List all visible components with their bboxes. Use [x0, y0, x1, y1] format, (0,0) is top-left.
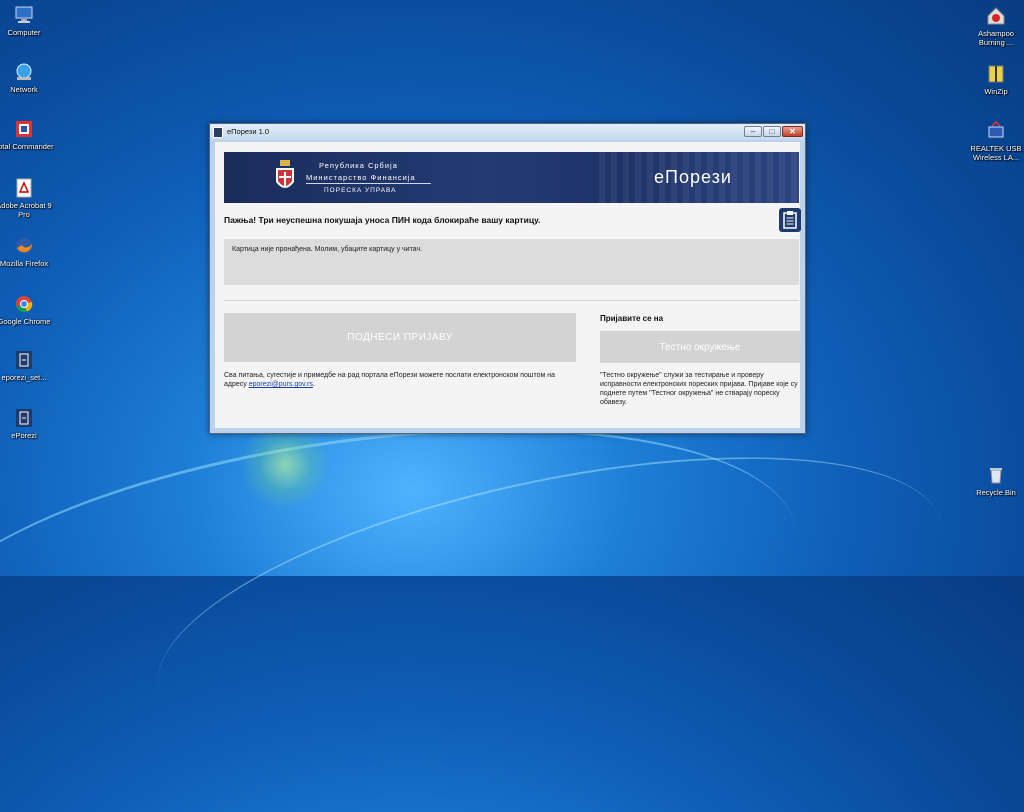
submit-application-button[interactable]: ПОДНЕСИ ПРИЈАВУ — [224, 313, 576, 362]
desktop-icon-adobe-acrobat[interactable]: Adobe Acrobat 9 Pro — [0, 178, 54, 219]
ashampoo-icon — [986, 6, 1006, 26]
section-divider — [224, 300, 799, 301]
banner-republic-text: Република Србија — [319, 161, 398, 170]
eporezi-window: еПорези 1.0 ‒ □ ✕ Република Србија Минис… — [209, 123, 806, 434]
desktop-icon-computer[interactable]: Computer — [0, 5, 54, 37]
desktop-icon-recycle-bin[interactable]: Recycle Bin — [966, 465, 1024, 497]
window-titlebar[interactable]: еПорези 1.0 ‒ □ ✕ — [210, 124, 805, 140]
status-message-text: Картица није пронађена. Молим, убаците к… — [232, 246, 423, 253]
banner-tax-admin-text: ПОРЕСКА УПРАВА — [324, 187, 397, 194]
minimize-icon: ‒ — [750, 127, 756, 136]
desktop-icon-label: eporezi_set... — [1, 373, 47, 382]
clipboard-button[interactable] — [779, 208, 801, 232]
window-client-area: Република Србија Министарство Финансија … — [215, 142, 801, 428]
winzip-icon — [986, 64, 1006, 84]
window-title: еПорези 1.0 — [227, 127, 270, 136]
desktop-icon-label: REALTEK USB Wireless LA... — [970, 144, 1022, 162]
desktop-icon-label: Google Chrome — [0, 317, 51, 326]
desktop-icon-label: Adobe Acrobat 9 Pro — [0, 201, 52, 219]
close-icon: ✕ — [789, 127, 796, 136]
desktop-icon-label: Computer — [7, 28, 41, 37]
desktop-icon-realtek[interactable]: REALTEK USB Wireless LA... — [966, 120, 1024, 162]
pin-warning-text: Пажња! Три неуспешна покушаја уноса ПИН … — [224, 215, 541, 225]
test-environment-note: "Тестно окружење" служи за тестирање и п… — [600, 372, 798, 406]
header-banner: Република Србија Министарство Финансија … — [224, 152, 799, 203]
desktop-icon-label: WinZip — [984, 87, 1008, 96]
desktop-icon-label: Ashampoo Burning ... — [978, 29, 1014, 47]
desktop-icon-label: Recycle Bin — [976, 488, 1016, 497]
desktop-icon-chrome[interactable]: Google Chrome — [0, 294, 54, 326]
status-message-box: Картица није пронађена. Молим, убаците к… — [224, 239, 799, 285]
test-environment-button[interactable]: Тестно окружење — [600, 331, 800, 363]
recycle-bin-icon — [986, 465, 1006, 485]
desktop-icon-ashampoo[interactable]: Ashampoo Burning ... — [966, 6, 1024, 47]
adobe-acrobat-icon — [14, 178, 34, 198]
firefox-icon — [14, 236, 34, 256]
contact-email-link[interactable]: eporezi@purs.gov.rs — [249, 381, 313, 388]
chrome-icon — [14, 294, 34, 314]
close-button[interactable]: ✕ — [782, 126, 803, 137]
maximize-button[interactable]: □ — [763, 126, 781, 137]
realtek-icon — [986, 120, 1006, 141]
app-icon — [213, 127, 223, 138]
banner-ministry-text: Министарство Финансија — [306, 173, 416, 182]
desktop-icon-label: Total Commander — [0, 142, 54, 151]
contact-info-text: Сва питања, сугестије и примедбе на рад … — [224, 371, 576, 389]
banner-divider — [306, 183, 431, 184]
desktop-icon-eporezi-setup[interactable]: eporezi_set... — [0, 350, 54, 382]
desktop-icon-winzip[interactable]: WinZip — [966, 64, 1024, 96]
desktop-icon-total-commander[interactable]: Total Commander — [0, 119, 54, 151]
serbia-coat-of-arms-icon — [276, 160, 294, 188]
login-heading: Пријавите се на — [600, 314, 664, 323]
clipboard-icon — [783, 211, 797, 229]
desktop-icon-label: Mozilla Firefox — [0, 259, 49, 268]
eporezi-setup-icon — [14, 350, 34, 370]
total-commander-icon — [14, 119, 34, 139]
banner-brand-logo: еПорези — [654, 167, 732, 187]
desktop-icon-label: Network — [10, 85, 38, 94]
eporezi-icon — [14, 408, 34, 428]
computer-icon — [14, 5, 34, 25]
contact-text-end: . — [312, 381, 315, 388]
network-icon — [14, 62, 34, 82]
desktop-icon-eporezi[interactable]: ePorezi — [0, 408, 54, 440]
desktop-icon-network[interactable]: Network — [0, 62, 54, 94]
maximize-icon: □ — [769, 127, 775, 136]
desktop-icon-label: ePorezi — [11, 431, 37, 440]
desktop-icon-firefox[interactable]: Mozilla Firefox — [0, 236, 54, 268]
minimize-button[interactable]: ‒ — [744, 126, 762, 137]
